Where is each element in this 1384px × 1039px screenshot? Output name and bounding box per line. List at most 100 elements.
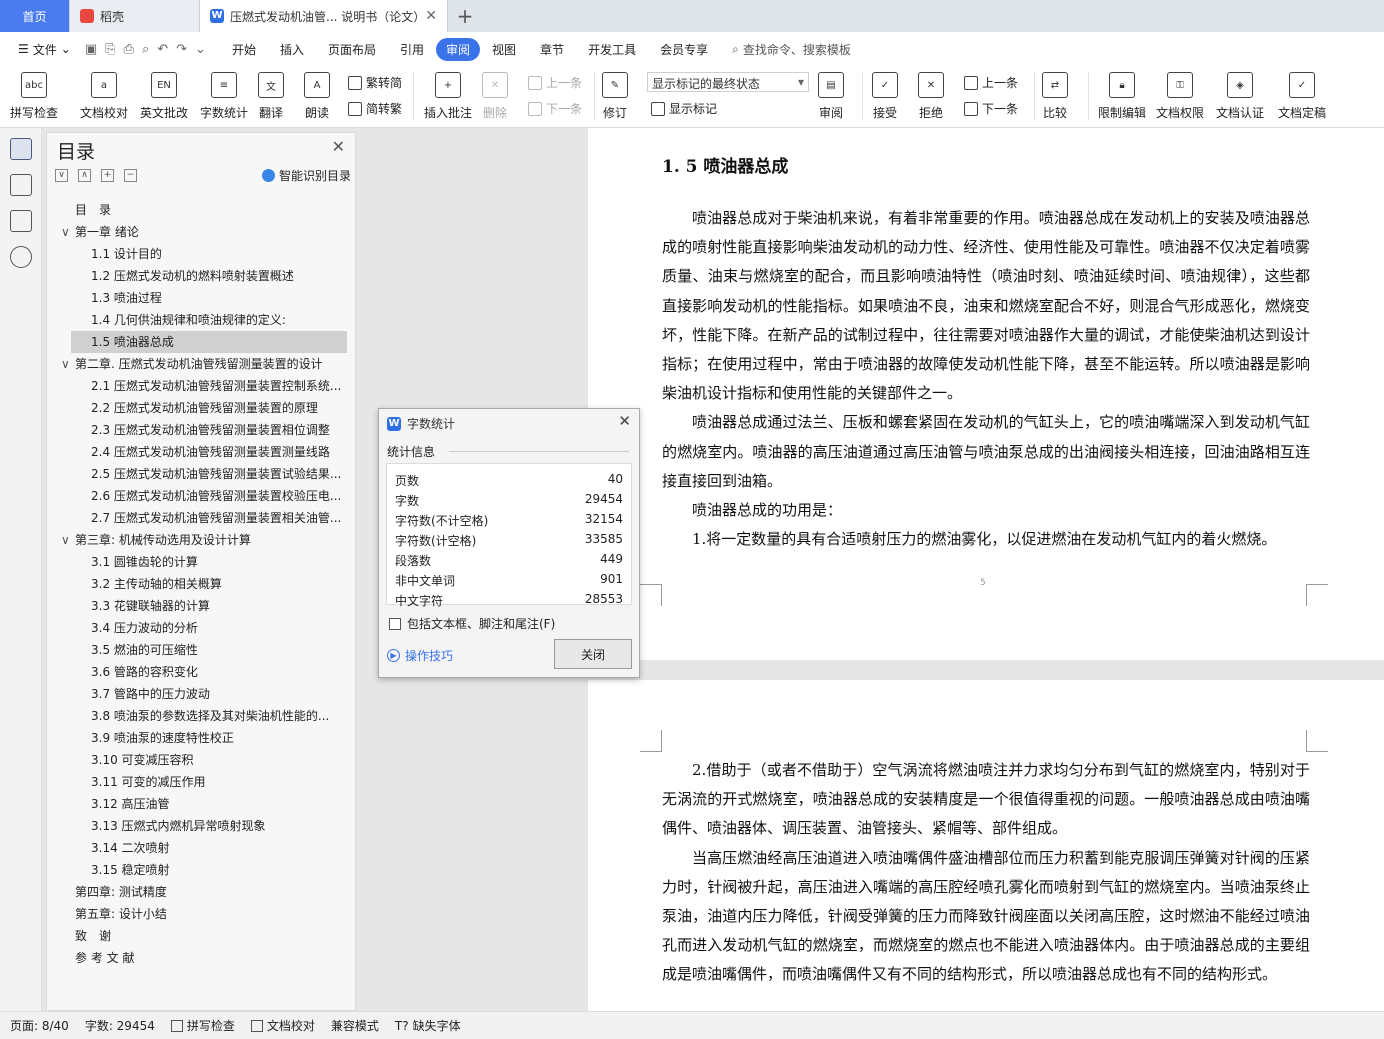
toc-item[interactable]: 3.2 主传动轴的相关概算: [47, 573, 355, 595]
toc-item[interactable]: 3.14 二次喷射: [47, 837, 355, 859]
toc-item[interactable]: 3.8 喷油泵的参数选择及其对柴油机性能的...: [47, 705, 355, 727]
redo-icon[interactable]: ↷: [176, 42, 187, 57]
en-review-button[interactable]: EN 英文批改: [140, 66, 188, 121]
toc-item[interactable]: ∨ 第二章. 压燃式发动机油管残留测量装置的设计: [47, 353, 355, 375]
toc-item[interactable]: 2.4 压燃式发动机油管残留测量装置测量线路: [47, 441, 355, 463]
toc-item[interactable]: 3.9 喷油泵的速度特性校正: [47, 727, 355, 749]
restrict-edit-button[interactable]: 🔒︎ 限制编辑: [1098, 66, 1146, 121]
doc-proof-button[interactable]: a 文档校对: [80, 66, 128, 121]
toc-item[interactable]: 3.4 压力波动的分析: [47, 617, 355, 639]
reject-button[interactable]: ✕ 拒绝: [918, 66, 944, 121]
toc-item[interactable]: 参 考 文 献: [47, 947, 355, 969]
toc-item[interactable]: 2.6 压燃式发动机油管残留测量装置校验压电...: [47, 485, 355, 507]
toc-item[interactable]: 3.7 管路中的压力波动: [47, 683, 355, 705]
menu-section[interactable]: 章节: [528, 38, 576, 61]
preview-icon[interactable]: ⌕: [142, 42, 149, 57]
toc-item[interactable]: 1.1 设计目的: [47, 243, 355, 265]
word-count-button[interactable]: ≡ 字数统计: [200, 66, 248, 121]
toc-item[interactable]: 1.4 几何供油规律和喷油规律的定义:: [47, 309, 355, 331]
delete-comment-button[interactable]: ✕ 删除: [482, 66, 508, 121]
spellcheck-status[interactable]: 拼写检查: [170, 1017, 235, 1034]
tab-docer[interactable]: 稻壳: [70, 0, 200, 32]
toc-item[interactable]: 3.5 燃油的可压缩性: [47, 639, 355, 661]
proof-status[interactable]: 文档校对: [250, 1017, 315, 1034]
file-menu[interactable]: ☰ 文件 ⌄: [10, 38, 79, 61]
menu-page-layout[interactable]: 页面布局: [316, 38, 388, 61]
toc-item[interactable]: 2.7 压燃式发动机油管残留测量装置相关油管...: [47, 507, 355, 529]
toc-item[interactable]: 3.15 稳定喷射: [47, 859, 355, 881]
toc-item[interactable]: 第五章: 设计小结: [47, 903, 355, 925]
undo-icon[interactable]: ↶: [157, 42, 168, 57]
smart-toc-button[interactable]: 智能识别目录: [261, 167, 351, 184]
more-icon[interactable]: ⌄: [195, 42, 206, 57]
toc-item[interactable]: 1.2 压燃式发动机的燃料喷射装置概述: [47, 265, 355, 287]
doc-final-button[interactable]: ✓ 文档定稿: [1278, 66, 1326, 121]
menu-member[interactable]: 会员专享: [648, 38, 720, 61]
menu-review[interactable]: 审阅: [436, 37, 481, 61]
toc-item[interactable]: 1.3 喷油过程: [47, 287, 355, 309]
accept-button[interactable]: ✓ 接受: [872, 66, 898, 121]
translate-button[interactable]: 文翻译: [258, 66, 284, 121]
insert-comment-button[interactable]: + 插入批注: [424, 66, 472, 121]
toc-item[interactable]: 3.3 花键联轴器的计算: [47, 595, 355, 617]
toc-item[interactable]: ∨ 第三章: 机械传动选用及设计计算: [47, 529, 355, 551]
expand-all-icon[interactable]: ∧: [78, 169, 91, 182]
toc-item[interactable]: 3.11 可变的减压作用: [47, 771, 355, 793]
word-count-indicator[interactable]: 字数: 29454: [85, 1017, 155, 1034]
add-level-icon[interactable]: +: [101, 169, 114, 182]
command-search[interactable]: ⌕ 查找命令、搜索模板: [732, 41, 851, 58]
page-indicator[interactable]: 页面: 8/40: [10, 1017, 69, 1034]
show-markup-button[interactable]: 显示标记: [651, 100, 717, 117]
add-tab-button[interactable]: +: [448, 0, 482, 32]
tab-home[interactable]: 首页: [0, 0, 70, 32]
toc-item[interactable]: ∨ 第一章 绪论: [47, 221, 355, 243]
toc-item[interactable]: 目 录: [47, 199, 355, 221]
checkbox[interactable]: [389, 617, 401, 630]
close-icon[interactable]: ✕: [425, 8, 437, 24]
toc-item[interactable]: 2.1 压燃式发动机油管残留测量装置控制系统...: [47, 375, 355, 397]
compat-mode[interactable]: 兼容模式: [331, 1017, 379, 1034]
next-change-button[interactable]: 下一条: [964, 100, 1018, 117]
chapter-nav-icon[interactable]: [10, 174, 32, 196]
export-icon[interactable]: ⎘: [105, 42, 115, 57]
toc-item[interactable]: 1.5 喷油器总成: [71, 331, 347, 353]
print-icon[interactable]: ⎙: [124, 42, 134, 57]
bookmark-icon[interactable]: [10, 210, 32, 232]
close-button[interactable]: 关闭: [554, 639, 632, 669]
trad-to-simp-button[interactable]: 繁转简: [348, 74, 402, 91]
chevron-down-icon[interactable]: ∨: [61, 221, 75, 243]
missing-font-status[interactable]: T? 缺失字体: [395, 1017, 461, 1034]
toc-item[interactable]: 致 谢: [47, 925, 355, 947]
chevron-down-icon[interactable]: ∨: [61, 529, 75, 551]
track-changes-button[interactable]: ✎ 修订: [602, 66, 628, 121]
toc-item[interactable]: 2.5 压燃式发动机油管残留测量装置试验结果...: [47, 463, 355, 485]
toc-item[interactable]: 3.6 管路的容积变化: [47, 661, 355, 683]
search-icon[interactable]: [10, 246, 32, 268]
spellcheck-button[interactable]: abc 拼写检查: [10, 66, 58, 121]
menu-view[interactable]: 视图: [480, 38, 528, 61]
doc-cert-button[interactable]: ◈ 文档认证: [1216, 66, 1264, 121]
read-aloud-button[interactable]: A 朗读: [304, 66, 330, 121]
include-textbox-checkbox[interactable]: 包括文本框、脚注和尾注(F): [389, 615, 555, 632]
markup-state-select[interactable]: 显示标记的最终状态: [647, 72, 809, 92]
tab-document[interactable]: W 压燃式发动机油管... 说明书（论文） ✕: [200, 0, 448, 32]
simp-to-trad-button[interactable]: 简转繁: [348, 100, 402, 117]
menu-developer[interactable]: 开发工具: [576, 38, 648, 61]
tips-link[interactable]: ▶ 操作技巧: [387, 647, 453, 664]
doc-permission-button[interactable]: ⚿ 文档权限: [1156, 66, 1204, 121]
collapse-all-icon[interactable]: ∨: [55, 169, 68, 182]
next-comment-button[interactable]: 下一条: [528, 100, 582, 117]
save-icon[interactable]: ▣: [85, 42, 97, 57]
toc-item[interactable]: 第四章: 测试精度: [47, 881, 355, 903]
menu-start[interactable]: 开始: [220, 38, 268, 61]
menu-insert[interactable]: 插入: [268, 38, 316, 61]
prev-comment-button[interactable]: 上一条: [528, 74, 582, 91]
chevron-down-icon[interactable]: ∨: [61, 353, 75, 375]
toc-item[interactable]: 2.3 压燃式发动机油管残留测量装置相位调整: [47, 419, 355, 441]
toc-item[interactable]: 2.2 压燃式发动机油管残留测量装置的原理: [47, 397, 355, 419]
toc-item[interactable]: 3.1 圆锥齿轮的计算: [47, 551, 355, 573]
menu-references[interactable]: 引用: [388, 38, 436, 61]
close-icon[interactable]: ✕: [332, 137, 345, 156]
remove-level-icon[interactable]: −: [124, 169, 137, 182]
toc-item[interactable]: 3.13 压燃式内燃机异常喷射现象: [47, 815, 355, 837]
